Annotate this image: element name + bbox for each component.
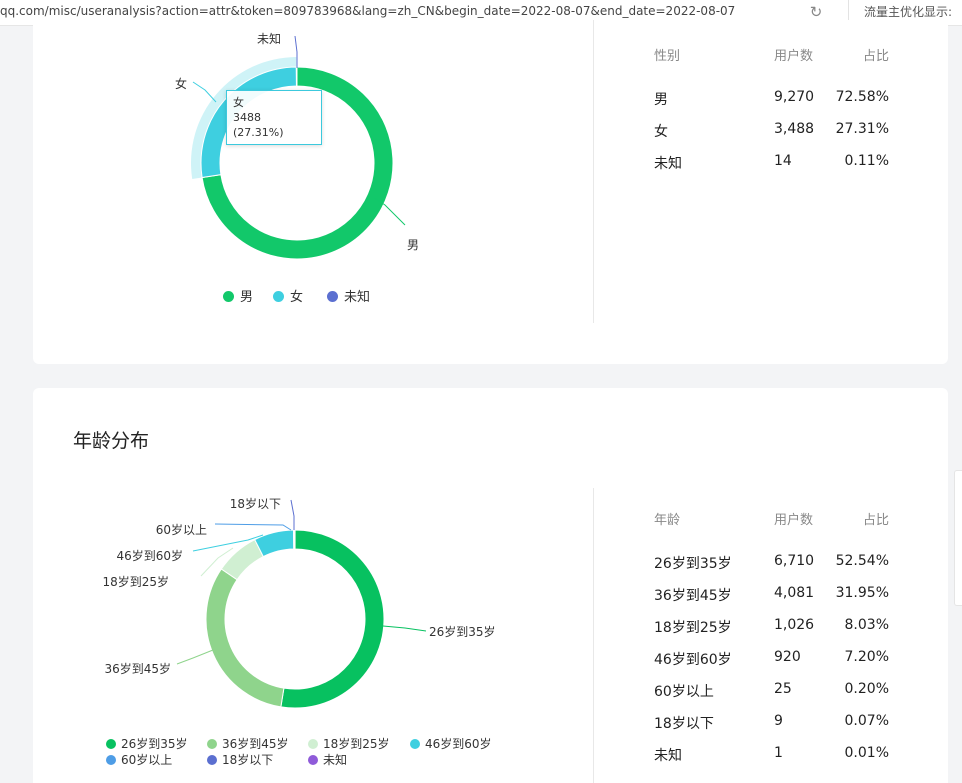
toolbar-notice[interactable]: 流量主优化显示: [864,3,952,20]
legend-label: 46岁到60岁 [425,737,492,751]
legend-label: 26岁到35岁 [121,737,188,751]
donut-slice[interactable] [295,66,298,87]
chart-tooltip: 女 3488 (27.31%) [226,90,322,145]
cell-users: 25 [774,681,792,697]
slice-label: 46岁到60岁 [116,548,183,563]
gender-distribution-card: 男女未知 男 女 未知 女 3488 (27.31%) 性别 用户数 占比 男 … [33,20,948,364]
legend-label: 未知 [323,753,348,767]
cell-users: 14 [774,153,792,169]
cell-users: 4,081 [774,585,815,601]
cell-users: 1,026 [774,617,815,633]
legend-dot [327,291,338,302]
slice-label: 女 [175,76,187,91]
reload-icon[interactable]: ↻ [806,2,826,22]
legend-item-female[interactable]: 女 [273,286,303,305]
legend-item-under-18[interactable]: 18岁以下 [207,751,273,768]
legend-item-36-45[interactable]: 36岁到45岁 [207,735,289,752]
cell-users: 9,270 [774,89,815,105]
cell-age: 26岁到35岁 [654,556,732,572]
legend-dot [223,291,234,302]
cell-ratio: 31.95% [835,585,889,601]
slice-label: 18岁到25岁 [102,574,169,589]
donut-slice[interactable] [220,538,264,581]
url-field[interactable]: qq.com/misc/useranalysis?action=attr&tok… [0,4,735,18]
legend-label: 男 [240,290,254,305]
section-divider [593,488,594,783]
cell-ratio: 52.54% [835,553,889,569]
donut-slice[interactable] [280,529,385,709]
cell-gender: 未知 [654,156,682,172]
slice-label: 36岁到45岁 [104,661,171,676]
cell-age: 18岁到25岁 [654,620,732,636]
slice-label: 男 [407,238,419,252]
legend-item-unknown[interactable]: 未知 [327,286,370,305]
tooltip-label: 女 [233,96,244,109]
legend-label: 未知 [344,290,371,305]
label-leader-line [382,625,427,632]
label-leader-line [214,523,292,531]
cell-gender: 女 [654,124,668,140]
legend-dot [308,755,318,765]
legend-item-60-plus[interactable]: 60岁以上 [106,751,172,768]
cell-ratio: 0.11% [844,153,889,169]
slice-label: 60岁以上 [156,522,207,537]
cell-users: 6,710 [774,553,815,569]
cell-age: 46岁到60岁 [654,652,732,668]
cell-age: 60岁以上 [654,684,714,700]
slice-label: 未知 [257,32,281,46]
header-users: 用户数 [774,513,814,528]
label-leader-line [290,499,295,530]
legend-dot [410,739,420,749]
legend-dot [207,755,217,765]
legend-label: 60岁以上 [121,753,173,767]
cell-ratio: 72.58% [835,89,889,105]
tooltip-value: 3488 (27.31%) [233,111,284,139]
legend-label: 18岁以下 [222,753,274,767]
legend-dot [207,739,217,749]
legend-item-male[interactable]: 男 [223,286,253,305]
cell-age: 未知 [654,748,682,764]
legend-item-unknown[interactable]: 未知 [308,751,347,768]
legend-item-26-35[interactable]: 26岁到35岁 [106,735,188,752]
donut-slice[interactable] [205,568,285,708]
label-leader-line [176,649,214,665]
legend-item-46-60[interactable]: 46岁到60岁 [410,735,492,752]
header-gender: 性别 [654,49,681,64]
cell-ratio: 27.31% [835,121,889,137]
cell-age: 36岁到45岁 [654,588,732,604]
side-scroll-tab[interactable] [954,470,962,606]
cell-ratio: 8.03% [844,617,889,633]
legend-label: 女 [290,290,304,305]
slice-label: 26岁到35岁 [429,624,496,639]
slice-label: 18岁以下 [230,496,281,511]
cell-ratio: 0.01% [844,745,889,761]
legend-dot [106,755,116,765]
cell-ratio: 0.20% [844,681,889,697]
cell-age: 18岁以下 [654,716,714,732]
cell-ratio: 7.20% [844,649,889,665]
cell-gender: 男 [654,92,668,108]
cell-users: 920 [774,649,801,665]
header-ratio: 占比 [862,513,889,528]
legend-dot [273,291,284,302]
section-divider [593,20,594,323]
gender-donut-chart[interactable]: 男女未知 [33,20,948,364]
cell-ratio: 0.07% [844,713,889,729]
cell-users: 1 [774,745,783,761]
legend-dot [308,739,318,749]
cell-users: 3,488 [774,121,815,137]
cell-users: 9 [774,713,783,729]
age-distribution-card: 年龄分布 26岁到35岁 36岁到45岁 18岁到25岁 46岁到60岁 60岁以上 18… [33,388,948,783]
legend-label: 36岁到45岁 [222,737,289,751]
legend-dot [106,739,116,749]
header-ratio: 占比 [862,49,889,64]
legend-item-18-25[interactable]: 18岁到25岁 [308,735,390,752]
legend-label: 18岁到25岁 [323,737,390,751]
header-age: 年龄 [654,513,681,528]
header-users: 用户数 [774,49,814,64]
